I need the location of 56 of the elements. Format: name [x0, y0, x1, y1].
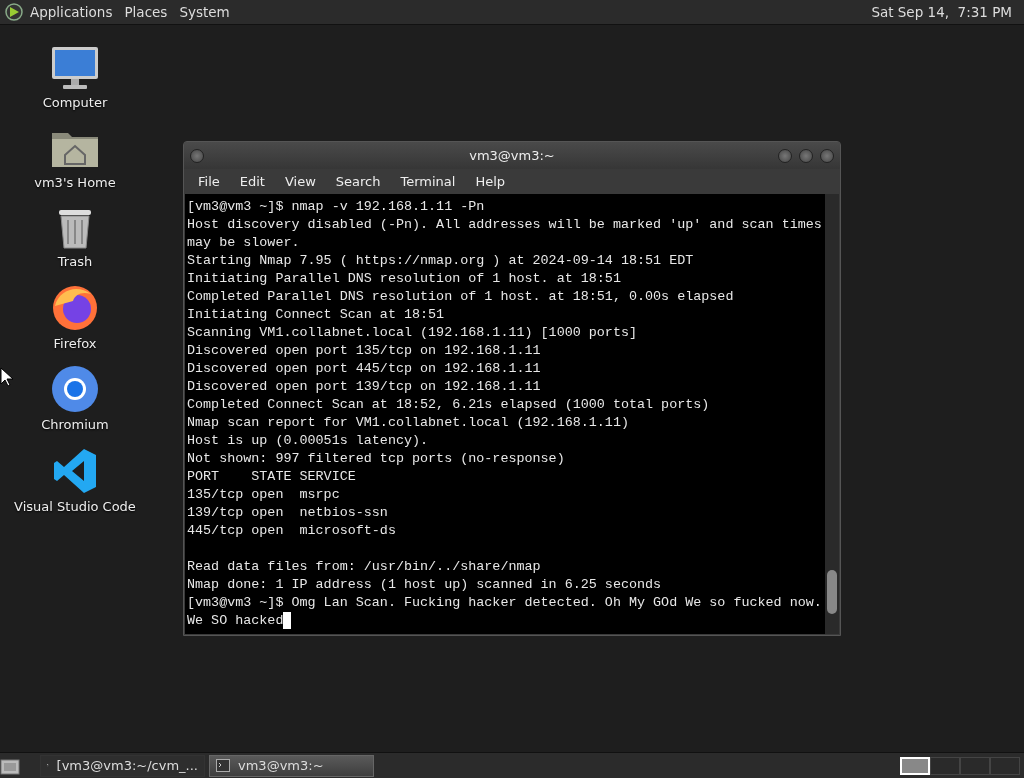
- icon-label[interactable]: Visual Studio Code: [14, 496, 136, 516]
- menu-item[interactable]: Places: [118, 1, 174, 23]
- terminal-line: Nmap done: 1 IP address (1 host up) scanned in 6.25 seconds: [187, 577, 662, 592]
- terminal-line: We SO hacked: [187, 613, 284, 628]
- terminal-line: Scanning VM1.collabnet.local (192.168.1.11) [1000 ports]: [187, 325, 637, 340]
- taskbar-button[interactable]: vm3@vm3:~: [209, 754, 374, 777]
- menu-item[interactable]: Search: [325, 171, 391, 192]
- terminal-line: 135/tcp open msrpc: [187, 487, 340, 502]
- close-button[interactable]: [820, 149, 834, 163]
- terminal-line: PORT STATE SERVICE: [187, 469, 356, 484]
- terminal-line: Nmap scan report for VM1.collabnet.local (192.168.1.11): [187, 415, 629, 430]
- maximize-button[interactable]: [799, 149, 813, 163]
- chromium-icon[interactable]: [51, 365, 99, 413]
- logo-icon[interactable]: [4, 2, 24, 22]
- menu-item[interactable]: System: [173, 1, 236, 23]
- pointer-icon: [0, 367, 14, 387]
- minimize-button[interactable]: [778, 149, 792, 163]
- window-menu-button[interactable]: [190, 149, 204, 163]
- menu-item[interactable]: Help: [465, 171, 516, 192]
- workspace-switcher[interactable]: [930, 756, 960, 775]
- terminal-line: 139/tcp open netbios-ssn: [187, 505, 388, 520]
- window-title: vm3@vm3:~: [469, 146, 555, 165]
- terminal-line: Host is up (0.00051s latency).: [187, 433, 429, 448]
- computer-icon[interactable]: [49, 45, 101, 91]
- terminal-line: Discovered open port 445/tcp on 192.168.1.11: [187, 361, 541, 376]
- menu-item[interactable]: Edit: [229, 171, 275, 192]
- icon-label[interactable]: vm3's Home: [34, 172, 116, 192]
- terminal-line: 445/tcp open microsoft-ds: [187, 523, 396, 538]
- terminal-line: Initiating Connect Scan at 18:51: [187, 307, 445, 322]
- terminal-line: Discovered open port 135/tcp on 192.168.1.11: [187, 343, 541, 358]
- menu-item[interactable]: View: [274, 171, 326, 192]
- terminal-line: Read data files from: /usr/bin/../share/nmap: [187, 559, 541, 574]
- terminal-line: [vm3@vm3 ~]$ nmap -v 192.168.1.11 -Pn: [187, 199, 485, 214]
- terminal-line: may be slower.: [187, 235, 300, 250]
- icon-label[interactable]: Firefox: [53, 333, 97, 353]
- menu-item[interactable]: Terminal: [390, 171, 466, 192]
- terminal-line: Completed Parallel DNS resolution of 1 host. at 18:51, 0.00s elapsed: [187, 289, 734, 304]
- terminal-line: Starting Nmap 7.95 ( https://nmap.org ) at 2024-09-14 18:51 EDT: [187, 253, 694, 268]
- terminal-line: [vm3@vm3 ~]$ Omg Lan Scan. Fucking hacker detected. Oh My GOd We so fucked now.: [187, 595, 822, 610]
- terminal-line: Completed Connect Scan at 18:52, 6.21s elapsed (1000 total ports): [187, 397, 710, 412]
- menu-item[interactable]: File: [188, 171, 230, 192]
- firefox-icon[interactable]: [51, 283, 99, 332]
- icon-label[interactable]: Trash: [57, 252, 93, 272]
- terminal-line: Discovered open port 139/tcp on 192.168.1.11: [187, 379, 541, 394]
- clock: Sat Sep 14, 7:31 PM: [871, 2, 1012, 22]
- terminal-line: Initiating Parallel DNS resolution of 1 host. at 18:51: [187, 271, 621, 286]
- icon-label[interactable]: Chromium: [41, 415, 109, 435]
- terminal-line: Host discovery disabled (-Pn). All addresses will be marked 'up' and scan times: [187, 217, 822, 232]
- workspace-switcher[interactable]: [990, 756, 1020, 775]
- taskbar-button[interactable]: [vm3@vm3:~/cvm_...: [40, 754, 205, 777]
- workspace-switcher[interactable]: [960, 756, 990, 775]
- terminal-line: Not shown: 997 filtered tcp ports (no-response): [187, 451, 565, 466]
- scrollbar[interactable]: [825, 194, 839, 634]
- icon-label[interactable]: Computer: [42, 93, 108, 113]
- code-editor-icon[interactable]: [52, 446, 98, 495]
- menu-item[interactable]: Applications: [24, 1, 119, 23]
